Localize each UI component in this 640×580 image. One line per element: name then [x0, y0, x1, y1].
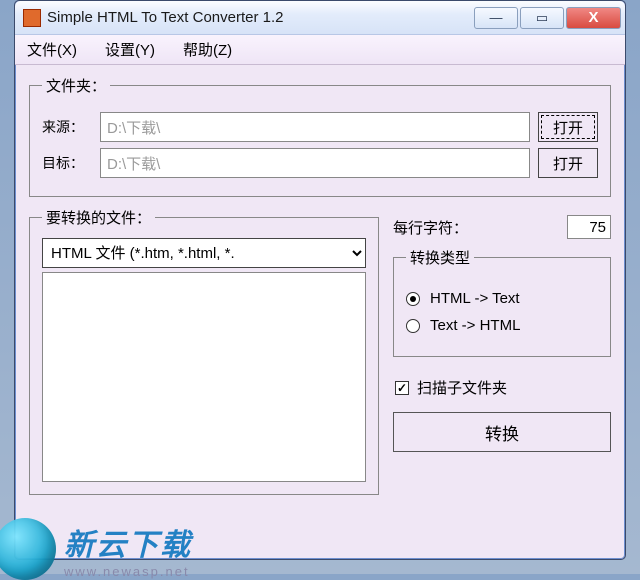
menu-help[interactable]: 帮助(Z)	[183, 39, 232, 60]
filetype-select[interactable]: HTML 文件 (*.htm, *.html, *.	[42, 238, 366, 268]
folders-group: 文件夹： 来源： 打开 目标： 打开	[29, 75, 611, 197]
minimize-button[interactable]: —	[474, 7, 518, 29]
source-open-button[interactable]: 打开	[538, 112, 598, 142]
app-window: Simple HTML To Text Converter 1.2 — ▭ X …	[14, 0, 626, 560]
radio-icon	[406, 292, 420, 306]
menu-settings[interactable]: 设置(Y)	[105, 39, 155, 60]
radio-html-to-text[interactable]: HTML -> Text	[406, 290, 598, 307]
source-row: 来源： 打开	[42, 112, 598, 142]
client-area: 文件夹： 来源： 打开 目标： 打开 要转换的文件： HTML 文件 (*.ht…	[15, 65, 625, 519]
target-label: 目标：	[42, 153, 100, 173]
chars-input[interactable]	[567, 215, 611, 239]
folders-legend: 文件夹：	[42, 75, 110, 96]
target-path-input[interactable]	[100, 148, 530, 178]
type-group: 转换类型 HTML -> Text Text -> HTML	[393, 247, 611, 357]
app-icon	[23, 9, 41, 27]
menu-file[interactable]: 文件(X)	[27, 39, 77, 60]
radio-icon	[406, 319, 420, 333]
lower-area: 要转换的文件： HTML 文件 (*.htm, *.html, *. 每行字符：…	[29, 207, 611, 505]
right-column: 每行字符： 转换类型 HTML -> Text Text -> HTML ✓	[393, 207, 611, 505]
checkbox-icon: ✓	[395, 381, 409, 395]
menubar: 文件(X) 设置(Y) 帮助(Z)	[15, 35, 625, 65]
titlebar[interactable]: Simple HTML To Text Converter 1.2 — ▭ X	[15, 1, 625, 35]
maximize-button[interactable]: ▭	[520, 7, 564, 29]
type-legend: 转换类型	[406, 247, 474, 268]
watermark-icon	[0, 518, 56, 580]
watermark-main: 新云下载	[64, 520, 192, 564]
window-controls: — ▭ X	[474, 7, 625, 29]
source-label: 来源：	[42, 117, 100, 137]
files-legend: 要转换的文件：	[42, 207, 155, 228]
window-title: Simple HTML To Text Converter 1.2	[47, 9, 474, 26]
files-group: 要转换的文件： HTML 文件 (*.htm, *.html, *.	[29, 207, 379, 495]
chars-label: 每行字符：	[393, 217, 567, 238]
source-path-input[interactable]	[100, 112, 530, 142]
target-row: 目标： 打开	[42, 148, 598, 178]
radio-label: HTML -> Text	[430, 290, 520, 307]
watermark: 新云下载 www.newasp.net	[0, 518, 192, 580]
watermark-text: 新云下载 www.newasp.net	[64, 520, 192, 579]
close-button[interactable]: X	[566, 7, 621, 29]
radio-label: Text -> HTML	[430, 317, 520, 334]
target-open-button[interactable]: 打开	[538, 148, 598, 178]
watermark-url: www.newasp.net	[64, 564, 192, 579]
file-list[interactable]	[42, 272, 366, 482]
convert-button[interactable]: 转换	[393, 412, 611, 452]
chars-row: 每行字符：	[393, 215, 611, 239]
radio-text-to-html[interactable]: Text -> HTML	[406, 317, 598, 334]
checkbox-label: 扫描子文件夹	[417, 377, 507, 398]
scan-subfolders-checkbox[interactable]: ✓ 扫描子文件夹	[395, 377, 611, 398]
